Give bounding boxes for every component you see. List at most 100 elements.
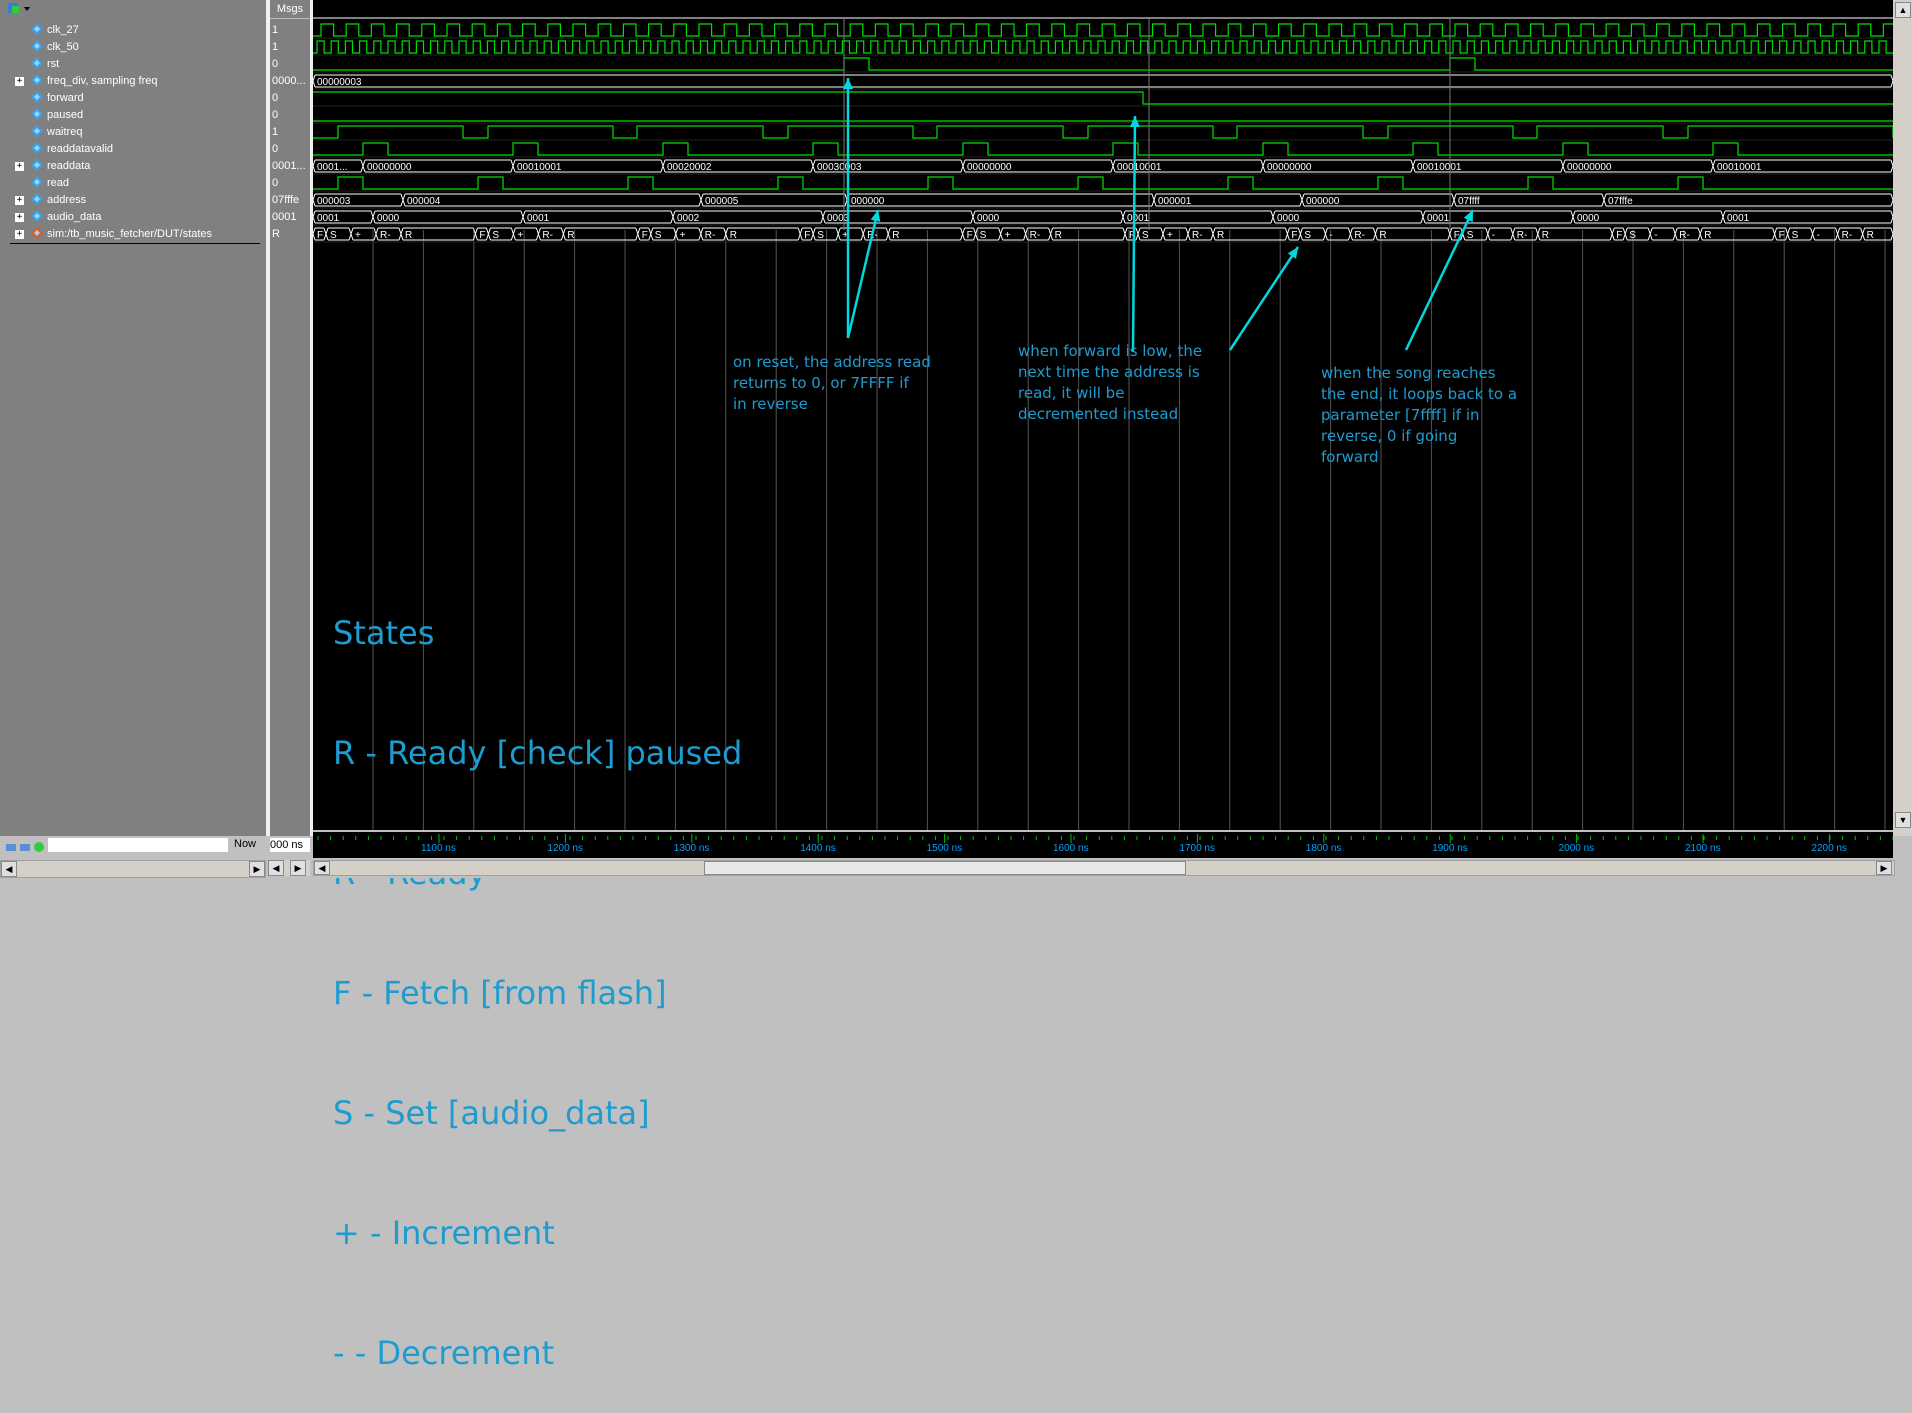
bus-value: 000005 <box>705 196 739 207</box>
scroll-right-icon[interactable]: ▶ <box>290 860 306 876</box>
bus-value: S <box>655 230 662 241</box>
bus-value: S <box>1792 230 1799 241</box>
bus-value: 000001 <box>1158 196 1192 207</box>
bus-value: 00010001 <box>517 162 562 173</box>
time-tick-label: 1600 ns <box>1053 843 1089 854</box>
scroll-left-icon[interactable]: ◀ <box>314 861 330 875</box>
wave-header <box>313 0 1893 18</box>
signal-row[interactable]: waitreq <box>0 124 266 141</box>
bus-value: R- <box>542 230 553 241</box>
signal-name: rst <box>47 58 60 70</box>
bus-value: - <box>1329 230 1332 241</box>
annotation-arrow <box>846 209 880 339</box>
time-tick-label: 2200 ns <box>1811 843 1847 854</box>
bus-value: R <box>1217 230 1224 241</box>
bus-value: 0001 <box>1427 213 1450 224</box>
bus-value: 07ffff <box>1458 196 1480 207</box>
wave-hscroll[interactable]: ◀ ▶ <box>313 860 1895 876</box>
name-hscroll[interactable]: ◀ ▶ <box>0 860 266 878</box>
signal-name: waitreq <box>47 126 83 138</box>
clock-trace <box>313 40 1893 54</box>
msgs-header: Msgs <box>270 0 310 19</box>
time-tick-label: 1500 ns <box>926 843 963 854</box>
bus-value: 00010001 <box>1117 162 1162 173</box>
signal-name-pane: clk_27 clk_50rst + freq_div, sampling freq f… <box>0 0 266 836</box>
scroll-up-icon[interactable]: ▲ <box>1895 2 1911 18</box>
signal-row[interactable]: + address <box>0 192 266 209</box>
signal-row[interactable]: + readdata <box>0 158 266 175</box>
signal-row[interactable]: paused <box>0 107 266 124</box>
bus-value: 00000000 <box>367 162 412 173</box>
signal-row[interactable]: readdatavalid <box>0 141 266 158</box>
bus-value: S <box>817 230 824 241</box>
value-pane: Msgs 1 1 0 0000... 0 0 1 0 0001... 0 07fffe 0001 R <box>270 0 310 836</box>
signal-row[interactable]: + sim:/tb_music_fetcher/DUT/states <box>0 226 266 243</box>
bus-value: F <box>1779 230 1785 241</box>
state-icon <box>31 227 43 239</box>
value-hscroll[interactable]: ◀ ▶ <box>268 860 310 876</box>
bus-value: 00030003 <box>817 162 862 173</box>
expand-icon[interactable]: + <box>15 230 24 239</box>
bus-value: F <box>317 230 323 241</box>
signal-trace <box>313 125 1893 139</box>
time-tick-label: 1300 ns <box>673 843 710 854</box>
bus-value: R- <box>1679 230 1690 241</box>
signal-name: clk_50 <box>47 41 79 53</box>
expand-icon[interactable]: + <box>15 196 24 205</box>
scroll-right-icon[interactable]: ▶ <box>249 861 265 877</box>
bus-value: S <box>492 230 499 241</box>
wave-menu-icon[interactable] <box>8 2 30 14</box>
signal-row[interactable]: clk_27 <box>0 22 266 39</box>
bus-value: 0001 <box>317 213 340 224</box>
cursor-tools-icon[interactable] <box>6 840 46 852</box>
bus-value: + <box>517 230 523 241</box>
signal-value: 1 <box>272 126 279 138</box>
bus-value: 0001 <box>1127 213 1150 224</box>
signal-trace <box>313 57 1893 71</box>
bus-value: S <box>1142 230 1149 241</box>
signal-trace <box>313 142 1893 156</box>
bus-value: 0001... <box>317 162 348 173</box>
signal-icon <box>31 142 43 154</box>
bus-segment <box>1603 193 1893 207</box>
scroll-left-icon[interactable]: ◀ <box>1 861 17 877</box>
bus-value: + <box>1167 230 1173 241</box>
signal-row[interactable]: + freq_div, sampling freq <box>0 73 266 90</box>
signal-value: 0 <box>272 58 279 70</box>
signal-row[interactable]: rst <box>0 56 266 73</box>
signal-row[interactable]: forward <box>0 90 266 107</box>
cursor-name-field[interactable] <box>48 838 228 852</box>
legend-item: + - Increment <box>333 1214 555 1252</box>
bus-value: S <box>1467 230 1474 241</box>
bus-icon <box>31 210 43 222</box>
scroll-down-icon[interactable]: ▼ <box>1895 812 1911 828</box>
expand-icon[interactable]: + <box>15 162 24 171</box>
bus-icon <box>31 193 43 205</box>
scroll-right-icon[interactable]: ▶ <box>1876 861 1892 875</box>
bus-value: - <box>1492 230 1495 241</box>
bus-value: 000000 <box>851 196 885 207</box>
signal-name: readdata <box>47 160 91 172</box>
time-tick-label: 1900 ns <box>1432 843 1468 854</box>
now-label: Now <box>234 838 257 850</box>
bus-value: R <box>1542 230 1549 241</box>
signal-trace <box>313 176 1893 190</box>
bus-value: 0002 <box>677 213 700 224</box>
scroll-left-icon[interactable]: ◀ <box>268 860 284 876</box>
time-tick-label: 1800 ns <box>1305 843 1342 854</box>
time-tick-label: 1200 ns <box>547 843 583 854</box>
vertical-scrollbar[interactable]: ▲ ▼ <box>1893 0 1912 836</box>
bus-value: R- <box>705 230 716 241</box>
expand-icon[interactable]: + <box>15 77 24 86</box>
expand-icon[interactable]: + <box>15 213 24 222</box>
bus-value: R <box>405 230 412 241</box>
bus-value: R- <box>1842 230 1853 241</box>
signal-row[interactable]: clk_50 <box>0 39 266 56</box>
signal-name: paused <box>47 109 84 121</box>
time-tick-label: 1400 ns <box>800 843 836 854</box>
signal-icon <box>31 23 43 35</box>
signal-row[interactable]: + audio_data <box>0 209 266 226</box>
scroll-thumb[interactable] <box>704 861 1186 875</box>
bus-value: 0003 <box>827 213 850 224</box>
signal-row[interactable]: read <box>0 175 266 192</box>
